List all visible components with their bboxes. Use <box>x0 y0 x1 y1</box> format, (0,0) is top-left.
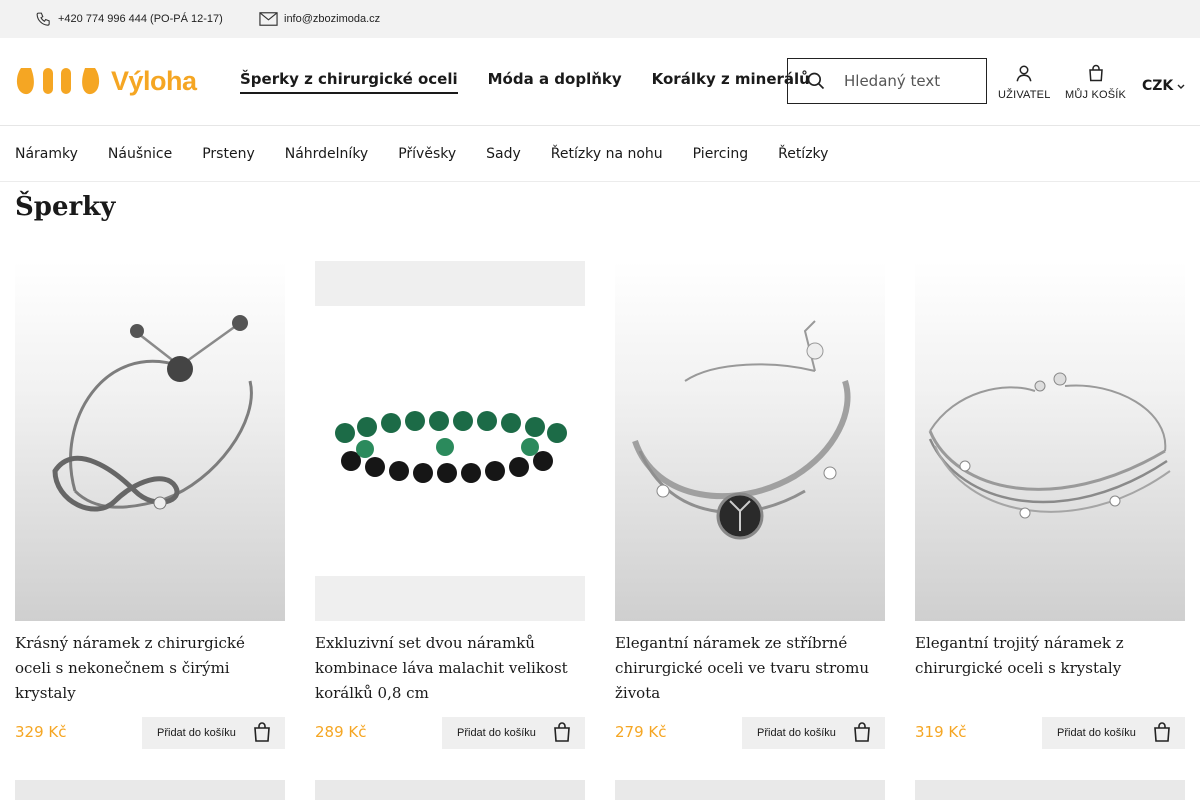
product-price: 329 Kč <box>15 723 67 741</box>
add-to-cart-button[interactable]: Přidat do košíku <box>442 717 585 749</box>
product-image[interactable] <box>615 780 885 800</box>
product-name[interactable]: Exkluzivní set dvou náramků kombinace lá… <box>315 631 575 706</box>
add-to-cart-button[interactable]: Přidat do košíku <box>142 717 285 749</box>
subnav-item-prsteny[interactable]: Prsteny <box>202 146 255 162</box>
product-image[interactable] <box>615 261 885 621</box>
logo-mark-icon <box>15 66 101 96</box>
top-bar: +420 774 996 444 (PO-PÁ 12-17) info@zboz… <box>0 0 1200 38</box>
phone-icon <box>35 11 52 28</box>
cart-icon <box>1087 64 1105 85</box>
product-name[interactable]: Krásný náramek z chirurgické oceli s nek… <box>15 631 275 706</box>
subnav-item-nahrdelniky[interactable]: Náhrdelníky <box>285 146 368 162</box>
header: Výloha Šperky z chirurgické oceli Móda a… <box>0 38 1200 126</box>
user-button[interactable]: UŽIVATEL <box>998 64 1051 101</box>
user-icon <box>1015 64 1033 85</box>
main-nav: Šperky z chirurgické oceli Móda a doplňk… <box>240 70 810 94</box>
phone-contact[interactable]: +420 774 996 444 (PO-PÁ 12-17) <box>35 0 223 38</box>
product-name[interactable]: Elegantní trojitý náramek z chirurgické … <box>915 631 1175 681</box>
phone-text: +420 774 996 444 (PO-PÁ 12-17) <box>58 13 223 25</box>
product-card: Exkluzivní set dvou náramků kombinace lá… <box>315 261 585 749</box>
cart-label: MŮJ KOŠÍK <box>1065 89 1127 101</box>
product-card: Elegantní trojitý náramek z chirurgické … <box>915 261 1185 749</box>
add-to-cart-label: Přidat do košíku <box>457 727 536 739</box>
nav-item-moda[interactable]: Móda a doplňky <box>488 70 622 94</box>
product-card: Krásný náramek z chirurgické oceli s nek… <box>15 261 285 749</box>
shopping-bag-icon <box>1153 721 1171 745</box>
subnav-item-privesky[interactable]: Přívěsky <box>398 146 456 162</box>
product-image[interactable] <box>15 780 285 800</box>
shopping-bag-icon <box>853 721 871 745</box>
subnav-item-retizky[interactable]: Řetízky <box>778 146 828 162</box>
divider <box>0 181 1200 182</box>
user-label: UŽIVATEL <box>998 89 1051 101</box>
product-card: Elegantní náramek ze stříbrné chirurgick… <box>615 261 885 749</box>
product-price: 279 Kč <box>615 723 667 741</box>
subnav-item-piercing[interactable]: Piercing <box>693 146 748 162</box>
add-to-cart-label: Přidat do košíku <box>157 727 236 739</box>
product-image[interactable] <box>315 261 585 621</box>
search-icon[interactable] <box>788 71 844 91</box>
product-name[interactable]: Elegantní náramek ze stříbrné chirurgick… <box>615 631 875 706</box>
mail-icon <box>259 12 278 26</box>
add-to-cart-label: Přidat do košíku <box>1057 727 1136 739</box>
page-title: Šperky <box>15 192 116 222</box>
chevron-down-icon <box>1177 78 1185 94</box>
shopping-bag-icon <box>253 721 271 745</box>
shopping-bag-icon <box>553 721 571 745</box>
cart-button[interactable]: MŮJ KOŠÍK <box>1065 64 1126 101</box>
product-price: 319 Kč <box>915 723 967 741</box>
add-to-cart-button[interactable]: Přidat do košíku <box>1042 717 1185 749</box>
logo-text: Výloha <box>111 65 197 96</box>
subnav-item-sady[interactable]: Sady <box>486 146 521 162</box>
category-subnav: Náramky Náušnice Prsteny Náhrdelníky Pří… <box>15 126 828 181</box>
email-text: info@zbozimoda.cz <box>284 13 381 25</box>
product-image[interactable] <box>915 780 1185 800</box>
search-box <box>787 58 987 104</box>
subnav-item-naramky[interactable]: Náramky <box>15 146 78 162</box>
search-input[interactable] <box>844 72 974 90</box>
nav-item-sperky[interactable]: Šperky z chirurgické oceli <box>240 70 458 94</box>
add-to-cart-button[interactable]: Přidat do košíku <box>742 717 885 749</box>
subnav-item-retizky-na-nohu[interactable]: Řetízky na nohu <box>551 146 663 162</box>
add-to-cart-label: Přidat do košíku <box>757 727 836 739</box>
currency-select[interactable]: CZK <box>1142 78 1185 94</box>
logo[interactable]: Výloha <box>15 66 197 96</box>
product-image[interactable] <box>915 261 1185 621</box>
product-image[interactable] <box>315 780 585 800</box>
subnav-item-nausnice[interactable]: Náušnice <box>108 146 172 162</box>
product-image[interactable] <box>15 261 285 621</box>
currency-value: CZK <box>1142 78 1174 94</box>
product-price: 289 Kč <box>315 723 367 741</box>
email-contact[interactable]: info@zbozimoda.cz <box>259 0 380 38</box>
